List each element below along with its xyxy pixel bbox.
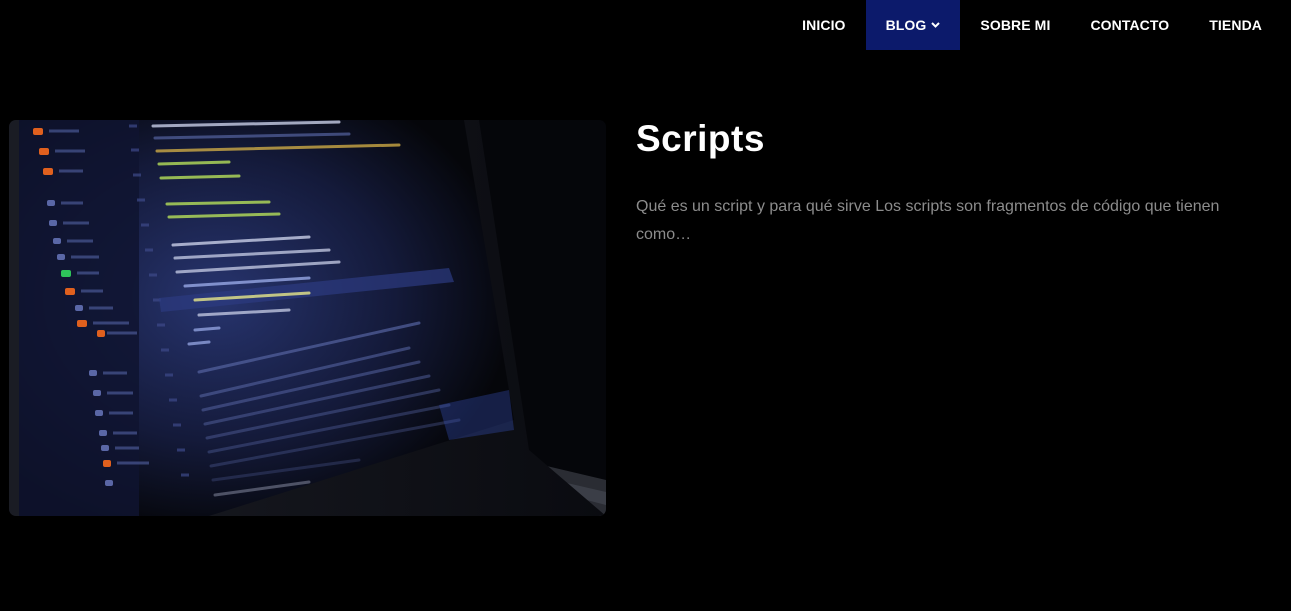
post-title[interactable]: Scripts [636,118,765,160]
nav-item-blog[interactable]: BLOG [865,0,961,50]
chevron-down-icon [931,22,941,28]
nav-item-label: SOBRE MI [980,17,1051,33]
nav-item-label: BLOG [885,17,927,33]
laptop-code-photo-icon [9,120,606,516]
nav-item-contacto[interactable]: CONTACTO [1070,0,1189,50]
post-thumbnail[interactable] [9,120,606,516]
nav-item-label: CONTACTO [1090,17,1170,33]
nav-item-inicio[interactable]: INICIO [782,0,865,50]
post-excerpt: Qué es un script y para qué sirve Los sc… [636,198,1220,243]
main-navigation: INICIO BLOG SOBRE MI CONTACTO TIENDA [782,0,1282,50]
nav-item-tienda[interactable]: TIENDA [1189,0,1282,50]
nav-item-label: INICIO [802,17,846,33]
nav-item-label: TIENDA [1209,17,1262,33]
nav-item-sobre-mi[interactable]: SOBRE MI [960,0,1070,50]
